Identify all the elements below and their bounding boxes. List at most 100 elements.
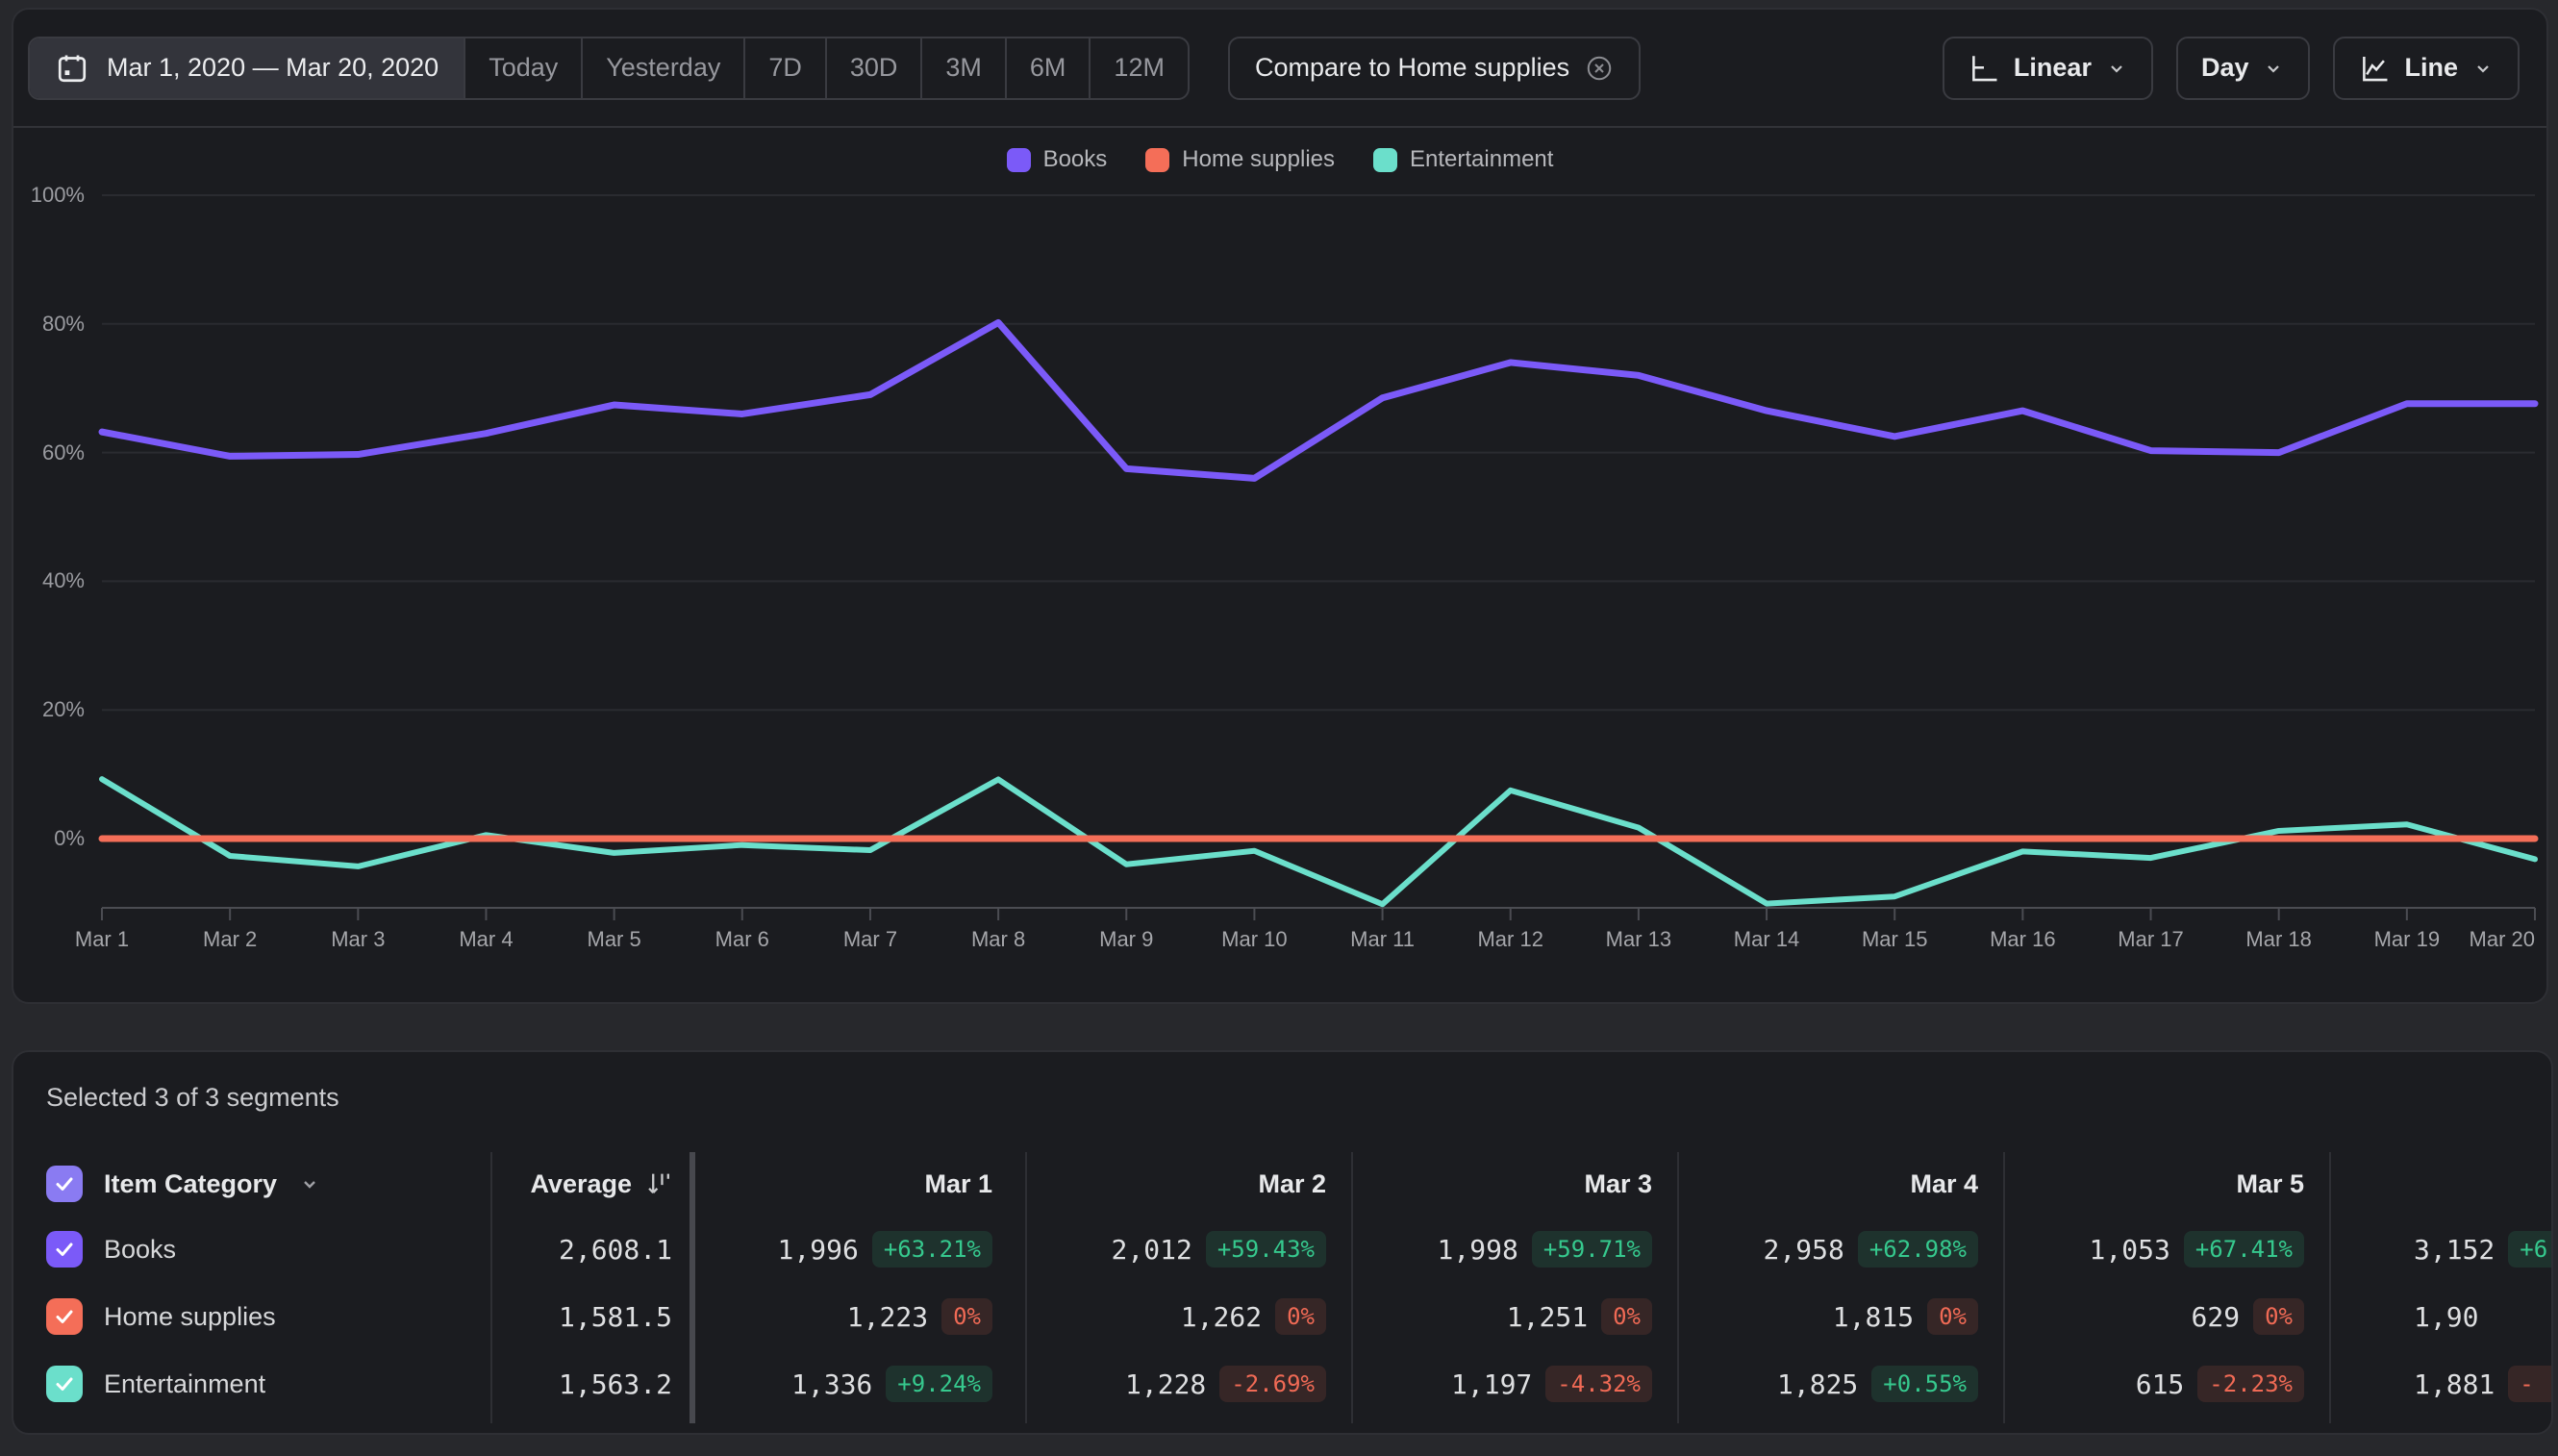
change-badge: +9.24%	[886, 1366, 992, 1402]
line-chart-plot[interactable]	[13, 10, 2546, 1002]
segment-name: Entertainment	[104, 1369, 265, 1399]
date-column-header: Mar 2	[1029, 1160, 1351, 1208]
item-category-header: Item Category	[46, 1160, 321, 1208]
average-column-header[interactable]: Average	[398, 1160, 672, 1208]
change-badge: +59.43%	[1206, 1231, 1326, 1268]
table-row-label-home-supplies[interactable]: Home supplies	[46, 1285, 276, 1348]
average-value: 1,581.5	[398, 1285, 672, 1348]
cell-value: 2,958	[1764, 1234, 1844, 1266]
table-cell: 1,815 0%	[1681, 1285, 2003, 1348]
change-badge: -4.32%	[1545, 1366, 1652, 1402]
table-cell: 1,996 +63.21%	[695, 1218, 1017, 1281]
row-checkbox[interactable]	[46, 1298, 83, 1335]
cell-value: 1,223	[847, 1301, 928, 1333]
table-cell: 1,251 0%	[1355, 1285, 1677, 1348]
cell-value: 2,012	[1112, 1234, 1192, 1266]
average-value: 2,608.1	[398, 1218, 672, 1281]
x-axis-label: Mar 20	[2381, 925, 2535, 954]
date-column-header: Mar 1	[695, 1160, 1017, 1208]
change-badge: -2.69%	[1219, 1366, 1326, 1402]
date-header-label: Mar 3	[1584, 1169, 1652, 1199]
cell-value: 1,262	[1181, 1301, 1262, 1333]
column-divider	[2003, 1152, 2005, 1423]
chart-card: Mar 1, 2020 — Mar 20, 2020 TodayYesterda…	[12, 8, 2548, 1004]
column-divider	[490, 1152, 492, 1423]
change-badge: -	[2508, 1366, 2553, 1402]
cell-value: 1,053	[2090, 1234, 2170, 1266]
change-badge: +62.98%	[1858, 1231, 1978, 1268]
date-header-label: Mar 5	[2236, 1169, 2304, 1199]
change-badge: 0%	[1275, 1298, 1326, 1335]
cell-value: 1,90	[2414, 1301, 2478, 1333]
cell-value: 1,228	[1125, 1368, 1206, 1400]
chevron-down-icon[interactable]	[298, 1172, 321, 1195]
date-header-label: Mar 1	[924, 1169, 992, 1199]
column-divider	[1025, 1152, 1027, 1423]
table-cell: 1,223 0%	[695, 1285, 1017, 1348]
change-badge: +67.41%	[2184, 1231, 2304, 1268]
cell-value: 1,881	[2414, 1368, 2495, 1400]
table-cell: 1,053 +67.41%	[2007, 1218, 2329, 1281]
cell-value: 1,825	[1777, 1368, 1858, 1400]
table-cell: 1,262 0%	[1029, 1285, 1351, 1348]
date-header-label: Mar 2	[1258, 1169, 1326, 1199]
cell-value: 629	[2192, 1301, 2241, 1333]
y-axis-label: 40%	[13, 565, 85, 596]
cell-value: 1,815	[1833, 1301, 1914, 1333]
average-number: 2,608.1	[559, 1234, 672, 1266]
row-checkbox[interactable]	[46, 1366, 83, 1402]
average-number: 1,581.5	[559, 1301, 672, 1333]
table-cell: 1,90	[2333, 1285, 2553, 1348]
change-badge: +59.71%	[1532, 1231, 1652, 1268]
column-divider	[1351, 1152, 1353, 1423]
cell-value: 1,336	[791, 1368, 872, 1400]
table-row-label-books[interactable]: Books	[46, 1218, 176, 1281]
change-badge: -2.23%	[2197, 1366, 2304, 1402]
y-axis-label: 20%	[13, 694, 85, 725]
change-badge: 0%	[941, 1298, 992, 1335]
cell-value: 3,152	[2414, 1234, 2495, 1266]
table-cell: 1,228 -2.69%	[1029, 1352, 1351, 1416]
change-badge: +6	[2508, 1231, 2553, 1268]
change-badge: 0%	[1927, 1298, 1978, 1335]
selected-segments-text: Selected 3 of 3 segments	[46, 1083, 339, 1113]
row-checkbox[interactable]	[46, 1231, 83, 1268]
table-cell: 629 0%	[2007, 1285, 2329, 1348]
cell-value: 1,996	[778, 1234, 859, 1266]
y-axis-label: 60%	[13, 438, 85, 468]
table-cell: 2,012 +59.43%	[1029, 1218, 1351, 1281]
average-header-label: Average	[530, 1169, 632, 1199]
cell-value: 1,998	[1438, 1234, 1518, 1266]
date-header-label: Mar 4	[1910, 1169, 1978, 1199]
table-cell: 1,336 +9.24%	[695, 1352, 1017, 1416]
table-cell: 615 -2.23%	[2007, 1352, 2329, 1416]
change-badge: 0%	[1601, 1298, 1652, 1335]
select-all-checkbox[interactable]	[46, 1166, 83, 1202]
table-row-label-entertainment[interactable]: Entertainment	[46, 1352, 265, 1416]
average-value: 1,563.2	[398, 1352, 672, 1416]
y-axis-label: 0%	[13, 823, 85, 854]
sort-descending-icon[interactable]	[645, 1169, 672, 1198]
table-cell: 1,825 +0.55%	[1681, 1352, 2003, 1416]
table-cell: 1,998 +59.71%	[1355, 1218, 1677, 1281]
change-badge: 0%	[2253, 1298, 2304, 1335]
series-line-books[interactable]	[102, 322, 2535, 478]
change-badge: +0.55%	[1871, 1366, 1978, 1402]
change-badge: +63.21%	[872, 1231, 992, 1268]
table-cell: 2,958 +62.98%	[1681, 1218, 2003, 1281]
item-category-label: Item Category	[104, 1169, 277, 1199]
table-cell: 1,881-	[2333, 1352, 2553, 1416]
average-number: 1,563.2	[559, 1368, 672, 1400]
cell-value: 1,197	[1451, 1368, 1532, 1400]
date-column-header: Mar 3	[1355, 1160, 1677, 1208]
column-divider	[2329, 1152, 2331, 1423]
date-column-header: Mar 4	[1681, 1160, 2003, 1208]
segment-name: Home supplies	[104, 1302, 276, 1332]
y-axis-label: 100%	[13, 180, 85, 211]
cell-value: 1,251	[1507, 1301, 1588, 1333]
segment-name: Books	[104, 1235, 176, 1265]
segments-table-card: Selected 3 of 3 segments Item Category Av…	[12, 1050, 2553, 1435]
y-axis-label: 80%	[13, 309, 85, 339]
cell-value: 615	[2136, 1368, 2185, 1400]
table-cell: 1,197 -4.32%	[1355, 1352, 1677, 1416]
